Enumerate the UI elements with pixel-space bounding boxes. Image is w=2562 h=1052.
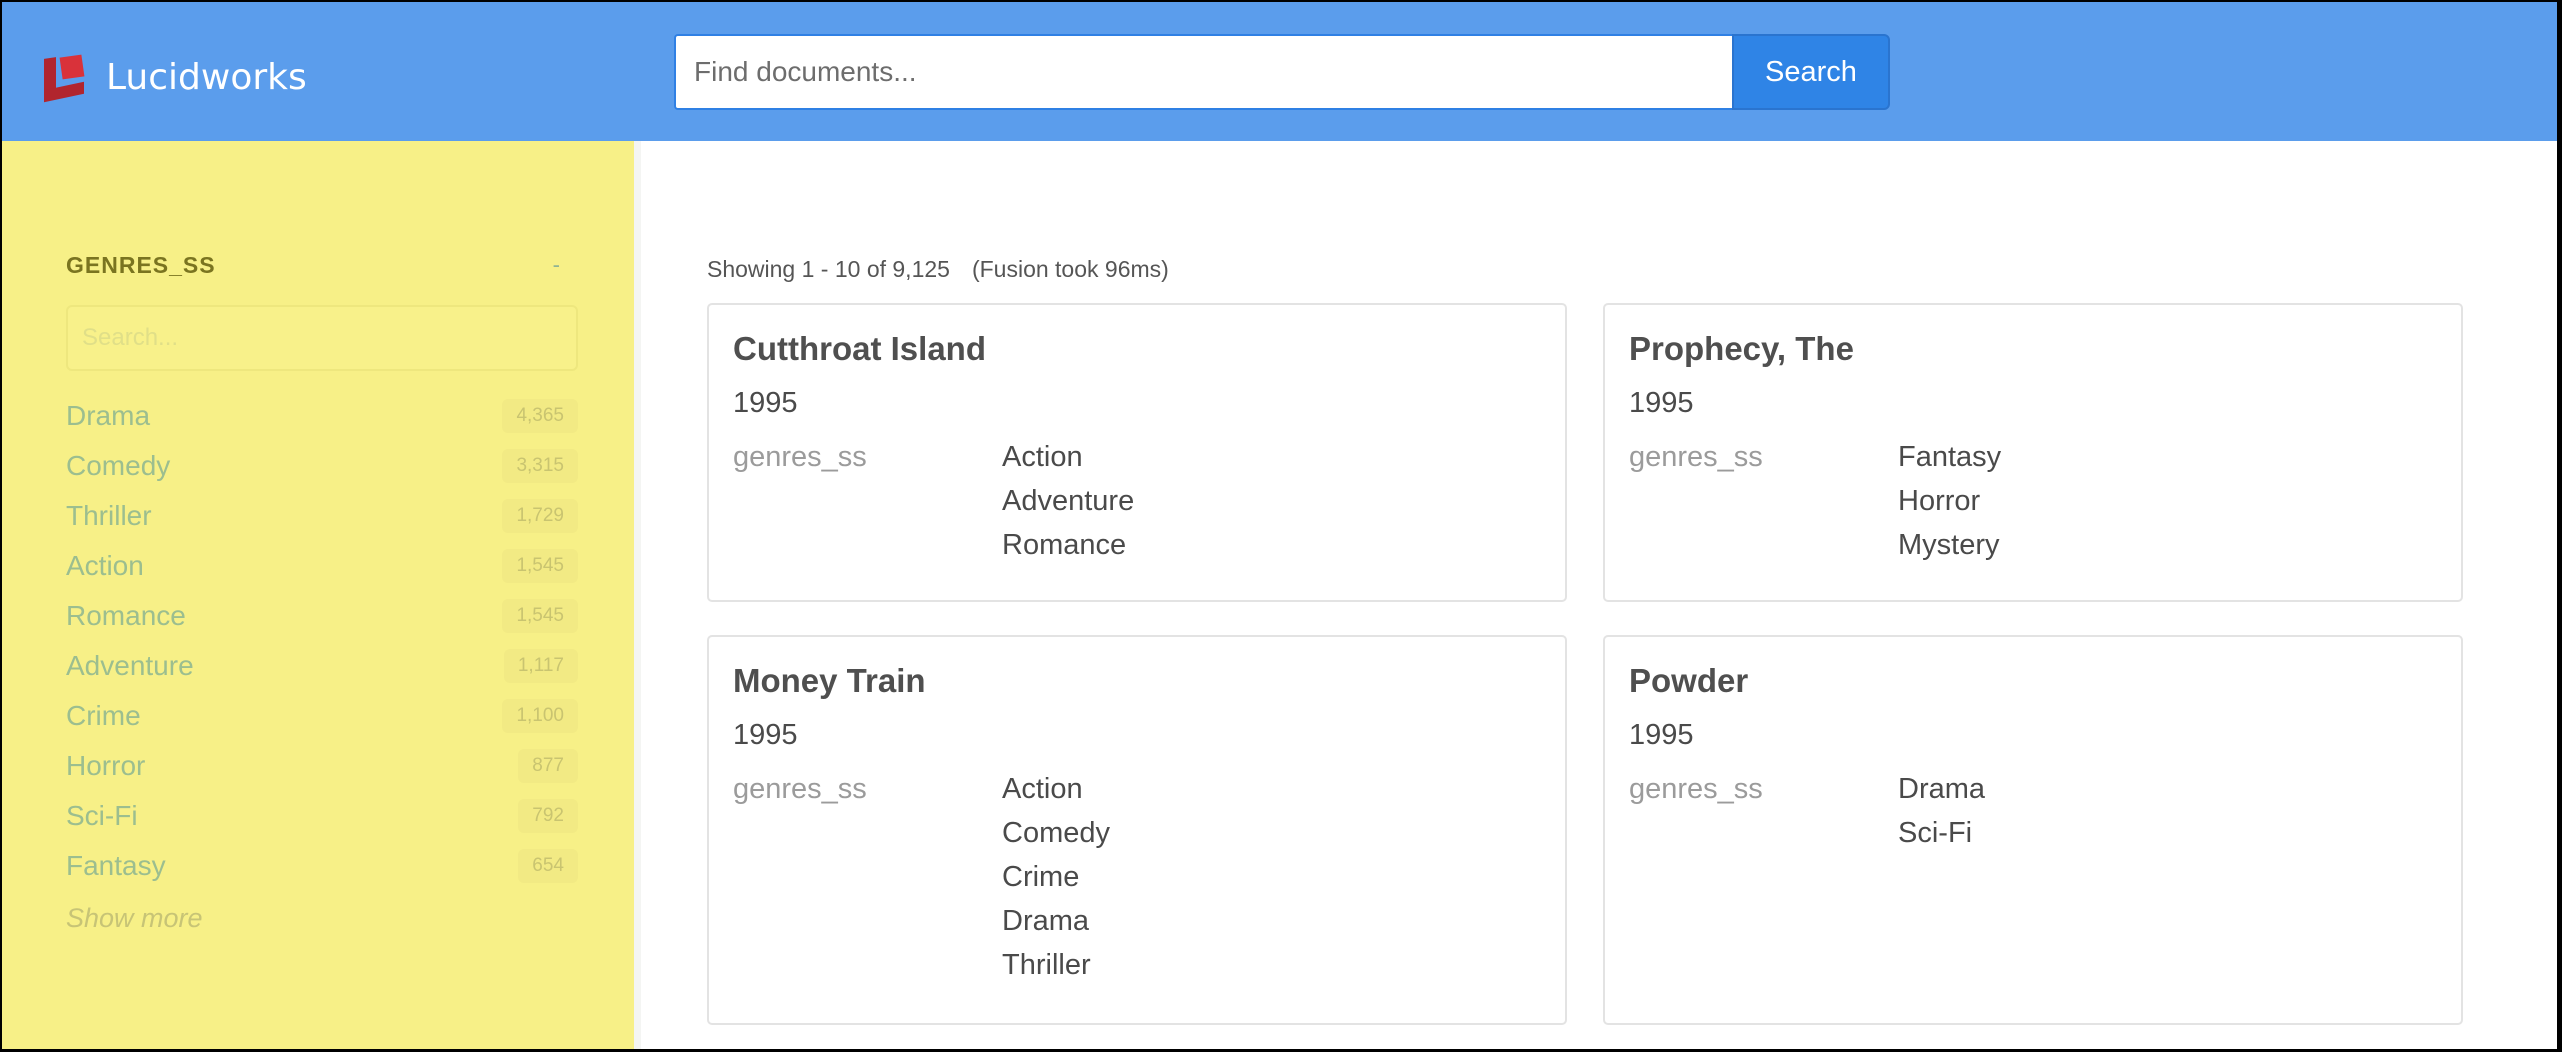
- field-values: Action Adventure Romance: [1002, 435, 1134, 567]
- field-values: Drama Sci-Fi: [1898, 767, 1985, 855]
- field-value: Drama: [1898, 773, 1986, 805]
- result-field: genres_ss Action Adventure Romance: [733, 435, 1541, 567]
- result-year: 1995: [733, 387, 798, 419]
- facet-item-adventure[interactable]: Adventure 1,117: [66, 641, 578, 691]
- field-label: genres_ss: [1629, 441, 1763, 473]
- facet-item-count: 1,729: [502, 499, 578, 533]
- facet-search-input[interactable]: [66, 305, 578, 371]
- facet-item-label: Thriller: [66, 500, 152, 531]
- facet-item-label: Drama: [66, 400, 151, 431]
- logo-text: Lucidworks: [106, 56, 307, 98]
- field-value: Sci-Fi: [1898, 817, 1973, 849]
- result-year: 1995: [1629, 387, 1694, 419]
- sidebar-divider: [634, 141, 641, 1049]
- field-label: genres_ss: [733, 773, 867, 805]
- lucidworks-logo[interactable]: Lucidworks: [44, 54, 307, 103]
- result-year: 1995: [1629, 719, 1694, 751]
- field-value: Drama: [1002, 905, 1090, 937]
- facet-item-comedy[interactable]: Comedy 3,315: [66, 441, 578, 491]
- field-value: Adventure: [1002, 485, 1135, 517]
- search-input[interactable]: [674, 34, 1732, 110]
- facet-item-label: Fantasy: [66, 850, 166, 881]
- result-field: genres_ss Action Comedy Crime Drama Thri…: [733, 767, 1541, 987]
- facet-item-fantasy[interactable]: Fantasy 654: [66, 841, 578, 891]
- field-values: Fantasy Horror Mystery: [1898, 435, 2001, 567]
- facet-item-count: 792: [518, 799, 578, 833]
- facet-item-label: Horror: [66, 750, 146, 781]
- facet-item-thriller[interactable]: Thriller 1,729: [66, 491, 578, 541]
- field-value: Horror: [1898, 485, 1981, 517]
- facet-item-count: 1,100: [502, 699, 578, 733]
- facet-item-count: 4,365: [502, 399, 578, 433]
- result-card: Cutthroat Island 1995 genres_ss Action A…: [707, 303, 1567, 602]
- result-title[interactable]: Prophecy, The: [1629, 329, 2437, 369]
- facet-item-label: Comedy: [66, 450, 171, 481]
- field-value: Action: [1002, 773, 1083, 805]
- facet-item-label: Sci-Fi: [66, 800, 138, 831]
- result-card: Prophecy, The 1995 genres_ss Fantasy Hor…: [1603, 303, 2463, 602]
- field-value: Mystery: [1898, 529, 2000, 561]
- field-value: Thriller: [1002, 949, 1091, 981]
- facet-item-sci-fi[interactable]: Sci-Fi 792: [66, 791, 578, 841]
- facet-item-action[interactable]: Action 1,545: [66, 541, 578, 591]
- field-value: Crime: [1002, 861, 1080, 893]
- facet-item-count: 1,117: [503, 649, 578, 683]
- facet-item-count: 654: [518, 849, 578, 883]
- facet-item-count: 877: [518, 749, 578, 783]
- facet-item-count: 1,545: [502, 549, 578, 583]
- facet-sidebar: GENRES_SS - Drama 4,365 Comedy 3,315 Thr…: [2, 141, 634, 1049]
- result-count: Showing 1 - 10 of 9,125: [707, 256, 950, 282]
- top-header: Lucidworks Search: [2, 2, 2557, 141]
- facet-item-label: Adventure: [66, 650, 194, 681]
- facet-item-count: 1,545: [502, 599, 578, 633]
- facet-item-crime[interactable]: Crime 1,100: [66, 691, 578, 741]
- facet-header: GENRES_SS -: [66, 245, 578, 285]
- facet-title: GENRES_SS: [66, 251, 216, 278]
- result-title[interactable]: Cutthroat Island: [733, 329, 1541, 369]
- facet-item-drama[interactable]: Drama 4,365: [66, 391, 578, 441]
- field-value: Comedy: [1002, 817, 1110, 849]
- facet-item-label: Crime: [66, 700, 141, 731]
- field-values: Action Comedy Crime Drama Thriller: [1002, 767, 1110, 987]
- results-panel: Showing 1 - 10 of 9,125 (Fusion took 96ms…: [641, 141, 2557, 1049]
- field-label: genres_ss: [1629, 773, 1763, 805]
- facet-item-count: 3,315: [502, 449, 578, 483]
- result-year: 1995: [733, 719, 798, 751]
- field-label: genres_ss: [733, 441, 867, 473]
- result-field: genres_ss Drama Sci-Fi: [1629, 767, 2437, 855]
- result-field: genres_ss Fantasy Horror Mystery: [1629, 435, 2437, 567]
- facet-item-label: Romance: [66, 600, 186, 631]
- search-bar: Search: [674, 34, 1892, 110]
- app-window: Lucidworks Search GENRES_SS - Drama 4,36…: [2, 2, 2557, 1049]
- query-time: (Fusion took 96ms): [971, 256, 1169, 282]
- show-more-link[interactable]: Show more: [66, 893, 578, 943]
- result-summary: Showing 1 - 10 of 9,125 (Fusion took 96ms…: [707, 256, 1169, 283]
- field-value: Action: [1002, 441, 1083, 473]
- facet-list: Drama 4,365 Comedy 3,315 Thriller 1,729 …: [66, 391, 578, 943]
- search-button[interactable]: Search: [1732, 34, 1890, 110]
- field-value: Romance: [1002, 529, 1127, 561]
- facet-item-horror[interactable]: Horror 877: [66, 741, 578, 791]
- result-card: Money Train 1995 genres_ss Action Comedy…: [707, 635, 1567, 1025]
- result-title[interactable]: Powder: [1629, 661, 2437, 701]
- result-title[interactable]: Money Train: [733, 661, 1541, 701]
- facet-collapse-button[interactable]: -: [553, 252, 578, 278]
- field-value: Fantasy: [1898, 441, 2002, 473]
- facet-item-label: Action: [66, 550, 144, 581]
- result-card: Powder 1995 genres_ss Drama Sci-Fi: [1603, 635, 2463, 1025]
- lucidworks-logo-icon: [44, 54, 88, 103]
- facet-item-romance[interactable]: Romance 1,545: [66, 591, 578, 641]
